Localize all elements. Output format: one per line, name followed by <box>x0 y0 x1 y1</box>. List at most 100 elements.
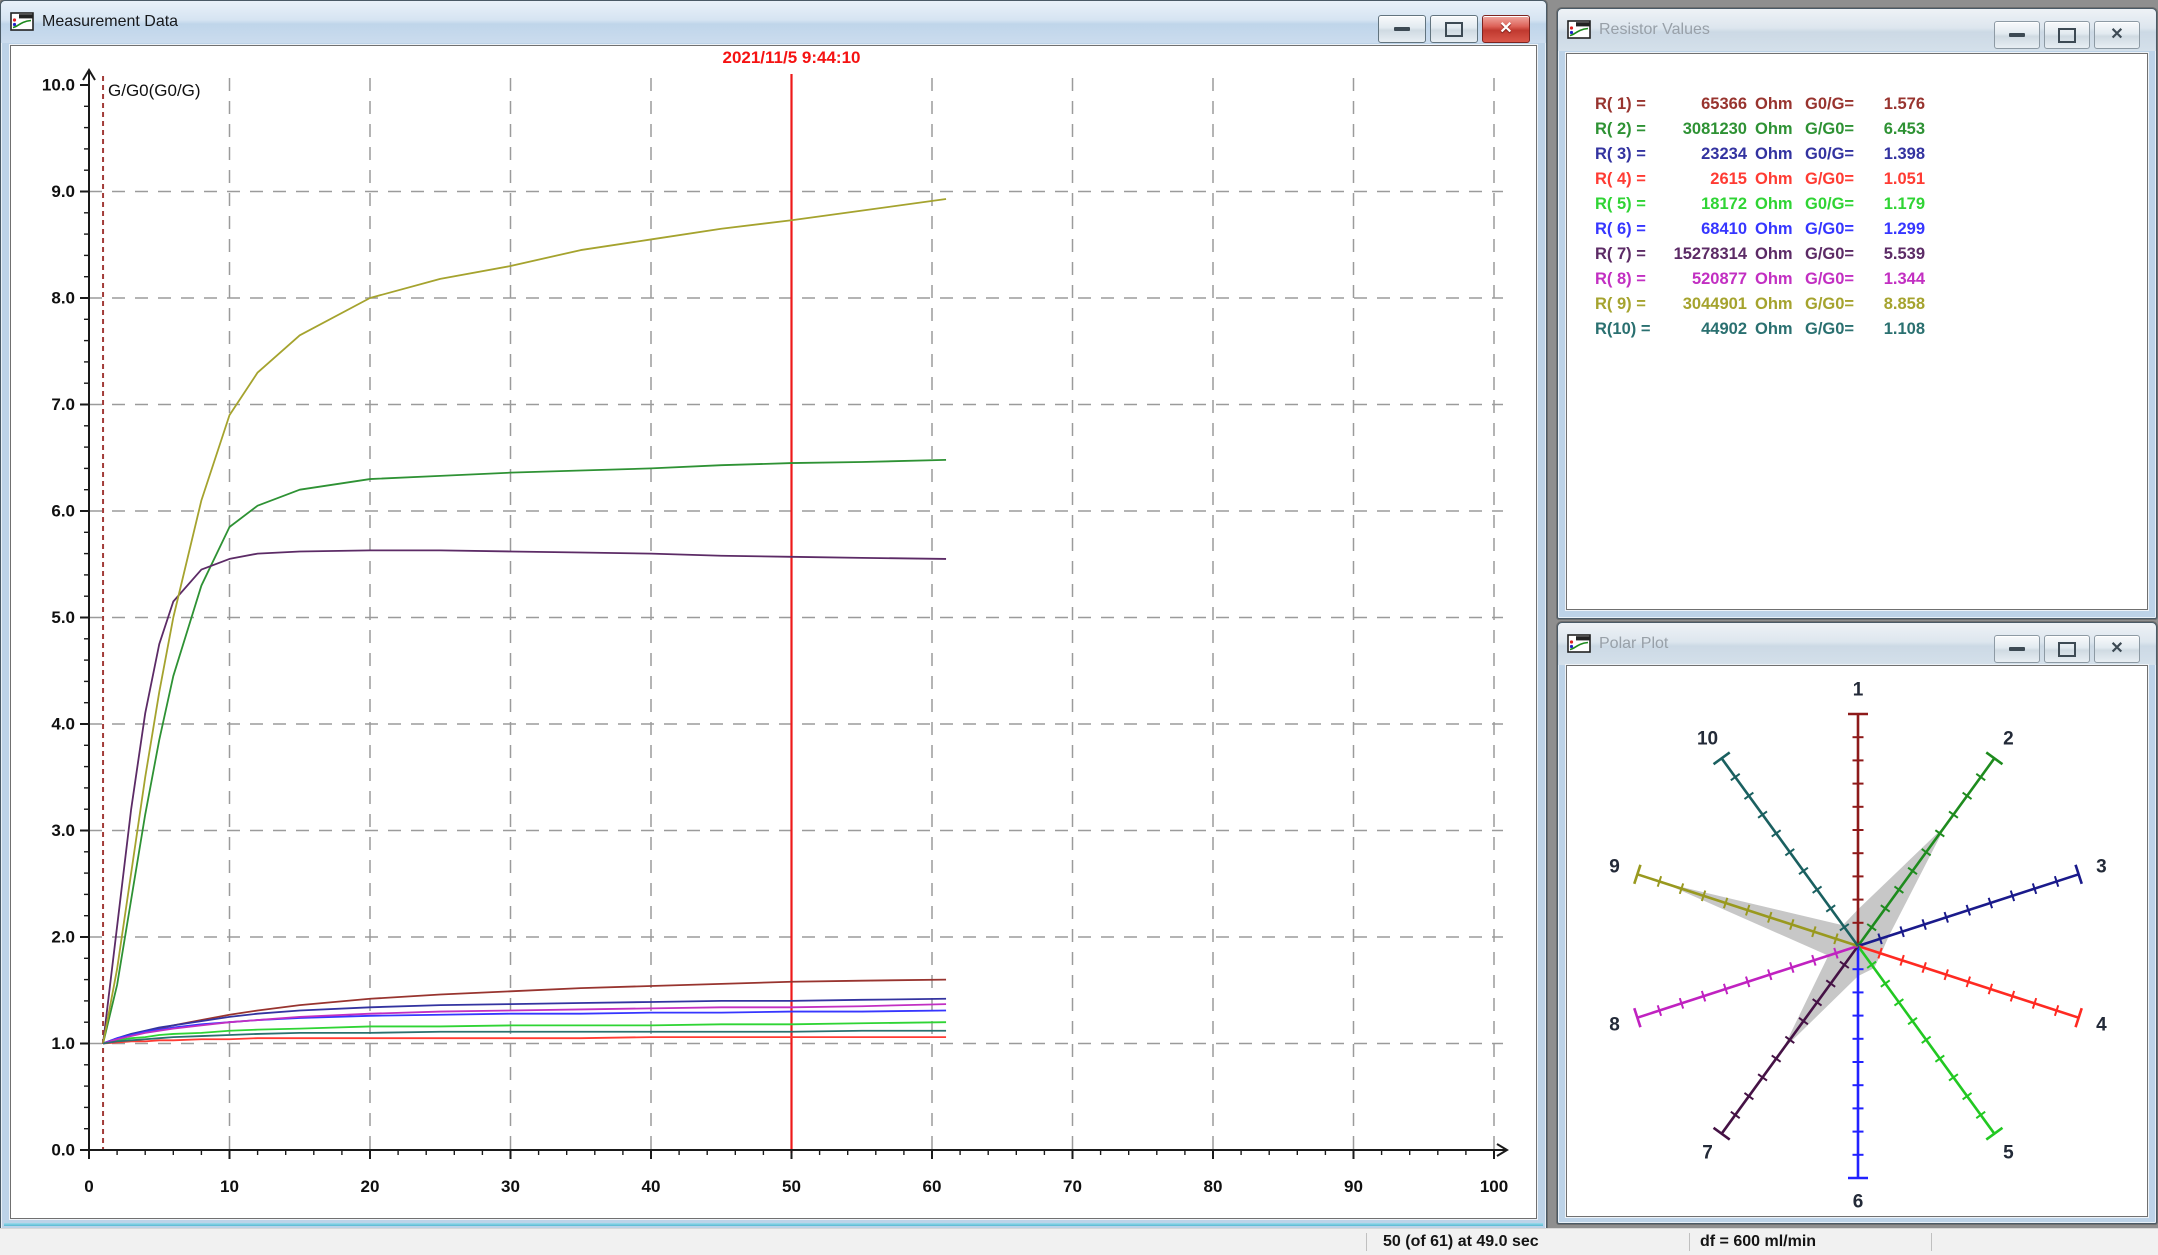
resistor-label: R( 5) = <box>1595 192 1661 217</box>
resistance-value: 15278314 <box>1661 242 1747 267</box>
maximize-button[interactable] <box>2044 21 2090 49</box>
maximize-icon <box>2058 28 2076 43</box>
close-button[interactable]: ✕ <box>1482 15 1530 43</box>
series-curve-r4 <box>103 1037 946 1043</box>
resistor-row: R( 3) =23234OhmG0/G=1.398 <box>1595 142 2139 167</box>
minimize-button[interactable] <box>1994 635 2040 663</box>
ratio-value: 1.179 <box>1859 192 1925 217</box>
cursor-timestamp: 2021/11/5 9:44:10 <box>722 48 860 67</box>
polar-axis-label-3: 3 <box>2096 856 2107 877</box>
polar-axis-label-2: 2 <box>2003 728 2014 749</box>
resistor-label: R( 1) = <box>1595 92 1661 117</box>
ratio-value: 6.453 <box>1859 117 1925 142</box>
x-tick-label: 80 <box>1204 1177 1223 1196</box>
ratio-label: G/G0= <box>1793 242 1859 267</box>
resistance-value: 18172 <box>1661 192 1747 217</box>
chart-window-icon <box>1567 634 1591 654</box>
polar-axis-label-6: 6 <box>1853 1192 1864 1213</box>
window-controls: ✕ <box>1994 635 2140 663</box>
resistance-unit: Ohm <box>1747 117 1793 142</box>
resistor-label: R( 9) = <box>1595 292 1661 317</box>
ratio-label: G/G0= <box>1793 217 1859 242</box>
polar-axis-endcap <box>1986 1128 2002 1140</box>
polar-axis-endcap <box>1714 752 1730 764</box>
y-tick-label: 1.0 <box>51 1034 75 1053</box>
resistance-unit: Ohm <box>1747 317 1793 342</box>
resistor-row: R( 5) =18172OhmG0/G=1.179 <box>1595 192 2139 217</box>
y-tick-label: 0.0 <box>51 1141 75 1160</box>
resistor-row: R(10) =44902OhmG/G0=1.108 <box>1595 317 2139 342</box>
ratio-label: G0/G= <box>1793 192 1859 217</box>
resistance-unit: Ohm <box>1747 142 1793 167</box>
chart-window-icon <box>1567 20 1591 40</box>
x-tick-label: 30 <box>501 1177 520 1196</box>
polar-axis-label-7: 7 <box>1702 1143 1713 1164</box>
line-chart[interactable]: 01020304050607080901000.01.02.03.04.05.0… <box>11 46 1536 1218</box>
polar-axis-label-1: 1 <box>1853 680 1864 701</box>
resistor-row: R( 1) =65366OhmG0/G=1.576 <box>1595 92 2139 117</box>
x-tick-label: 60 <box>923 1177 942 1196</box>
x-tick-label: 10 <box>220 1177 239 1196</box>
window-controls: ✕ <box>1994 21 2140 49</box>
ratio-value: 1.344 <box>1859 267 1925 292</box>
y-tick-label: 9.0 <box>51 182 75 201</box>
ratio-label: G0/G= <box>1793 142 1859 167</box>
minimize-button[interactable] <box>1994 21 2040 49</box>
x-tick-label: 50 <box>782 1177 801 1196</box>
resistance-value: 23234 <box>1661 142 1747 167</box>
resistance-unit: Ohm <box>1747 267 1793 292</box>
minimize-button[interactable] <box>1378 15 1426 43</box>
measurement-title-bar[interactable]: Measurement Data <box>1 1 1546 43</box>
status-separator <box>1931 1233 1932 1251</box>
ratio-value: 1.576 <box>1859 92 1925 117</box>
polar-axis-label-10: 10 <box>1697 728 1718 749</box>
desktop: Measurement Data ✕ 010203040506070809010… <box>0 0 2158 1254</box>
maximize-button[interactable] <box>2044 635 2090 663</box>
close-icon: ✕ <box>2110 27 2123 43</box>
y-tick-label: 8.0 <box>51 289 75 308</box>
resistor-label: R( 6) = <box>1595 217 1661 242</box>
ratio-value: 1.051 <box>1859 167 1925 192</box>
window-title: Polar Plot <box>1599 635 1668 653</box>
ratio-value: 8.858 <box>1859 292 1925 317</box>
y-tick-label: 4.0 <box>51 715 75 734</box>
close-icon: ✕ <box>2110 641 2123 657</box>
ratio-label: G/G0= <box>1793 167 1859 192</box>
resistance-value: 3044901 <box>1661 292 1747 317</box>
polar-plot-window: Polar Plot ✕ 12345678910 <box>1557 622 2157 1224</box>
status-separator <box>1366 1233 1367 1251</box>
polar-axis-label-4: 4 <box>2096 1015 2107 1036</box>
resistor-label: R( 8) = <box>1595 267 1661 292</box>
resistor-row: R( 6) =68410OhmG/G0=1.299 <box>1595 217 2139 242</box>
resistance-unit: Ohm <box>1747 217 1793 242</box>
resistor-label: R( 3) = <box>1595 142 1661 167</box>
polar-plot-area: 12345678910 <box>1566 665 2148 1217</box>
resistance-unit: Ohm <box>1747 92 1793 117</box>
resistor-label: R( 4) = <box>1595 167 1661 192</box>
status-bar: 50 (of 61) at 49.0 sec df = 600 ml/min <box>0 1228 2158 1255</box>
resistor-list: R( 1) =65366OhmG0/G=1.576R( 2) =3081230O… <box>1595 92 2139 342</box>
x-tick-label: 70 <box>1063 1177 1082 1196</box>
measurement-chart-area: 01020304050607080901000.01.02.03.04.05.0… <box>10 45 1537 1219</box>
resistance-value: 3081230 <box>1661 117 1747 142</box>
polar-axis-label-9: 9 <box>1609 856 1620 877</box>
y-tick-label: 2.0 <box>51 928 75 947</box>
y-tick-label: 6.0 <box>51 502 75 521</box>
x-tick-label: 90 <box>1344 1177 1363 1196</box>
ratio-label: G/G0= <box>1793 117 1859 142</box>
resistor-row: R( 8) =520877OhmG/G0=1.344 <box>1595 267 2139 292</box>
resistor-label: R( 2) = <box>1595 117 1661 142</box>
resistance-unit: Ohm <box>1747 192 1793 217</box>
resistor-row: R( 7) =15278314OhmG/G0=5.539 <box>1595 242 2139 267</box>
close-button[interactable]: ✕ <box>2094 21 2140 49</box>
resistance-value: 2615 <box>1661 167 1747 192</box>
resistance-value: 68410 <box>1661 217 1747 242</box>
window-title: Measurement Data <box>42 13 178 31</box>
resistance-value: 520877 <box>1661 267 1747 292</box>
window-title: Resistor Values <box>1599 21 1710 39</box>
maximize-button[interactable] <box>1430 15 1478 43</box>
resistor-row: R( 9) =3044901OhmG/G0=8.858 <box>1595 292 2139 317</box>
y-tick-label: 5.0 <box>51 608 75 627</box>
ratio-label: G/G0= <box>1793 292 1859 317</box>
close-button[interactable]: ✕ <box>2094 635 2140 663</box>
